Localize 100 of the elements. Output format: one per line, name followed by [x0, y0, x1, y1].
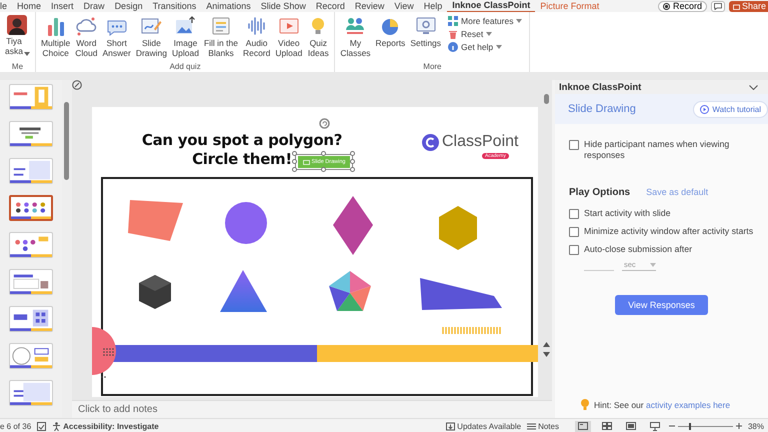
section-heading: Play Options: [569, 187, 630, 198]
scrollbar-thumb[interactable]: [544, 94, 550, 104]
caret-icon: [486, 32, 492, 36]
checkbox[interactable]: [569, 245, 579, 255]
ribbon-button[interactable]: Short Answer: [100, 14, 133, 62]
caret-icon: [496, 45, 502, 49]
checkbox-label: Start activity with slide: [584, 208, 671, 219]
grid-icon: [448, 16, 458, 26]
logo-text: ClassPoint: [442, 133, 518, 151]
menu-tab[interactable]: Slide Show: [256, 0, 311, 12]
ribbon-button[interactable]: Slide Drawing: [134, 14, 170, 62]
examples-link[interactable]: activity examples here: [646, 400, 730, 410]
notes-icon: [527, 422, 536, 430]
menu-tab[interactable]: Animations: [201, 0, 256, 12]
reading-view-icon: [626, 422, 636, 430]
slide-thumbnail[interactable]: [9, 232, 53, 258]
slide-thumbnail[interactable]: [9, 195, 53, 221]
hexagon-shape: [439, 206, 477, 250]
menu-tab[interactable]: Insert: [46, 0, 79, 12]
checkbox-label: Auto-close submission after: [584, 244, 692, 255]
image-icon: [174, 15, 196, 37]
resize-handle[interactable]: [321, 167, 326, 172]
watch-tutorial-button[interactable]: Watch tutorial: [693, 100, 768, 118]
scrollbar-thumb[interactable]: [64, 102, 69, 180]
menu-button[interactable]: More features: [448, 16, 522, 26]
ribbon-button[interactable]: Audio Record: [240, 14, 272, 62]
ribbon-button[interactable]: Reports: [374, 14, 408, 62]
view-responses-button[interactable]: View Responses: [615, 295, 708, 315]
slide-thumbnail[interactable]: [9, 380, 53, 406]
checkbox[interactable]: [569, 140, 579, 150]
slide-title: Circle them!: [192, 150, 292, 169]
triangle-shape: [220, 270, 267, 312]
slide-thumbnail[interactable]: [9, 269, 53, 295]
lightbulb-icon: [581, 399, 589, 410]
menu-button[interactable]: Reset: [448, 29, 522, 39]
menu-tab[interactable]: View: [389, 0, 419, 12]
slide-thumbnail[interactable]: [9, 158, 53, 184]
comment-icon: [714, 2, 722, 10]
drawing-icon: [302, 160, 310, 164]
notes-check-icon: [37, 422, 46, 430]
menu-tab[interactable]: Picture Format: [535, 0, 604, 12]
menu-tab[interactable]: Design: [110, 0, 148, 12]
stripe-pattern: [442, 327, 501, 334]
menu-tab[interactable]: Review: [350, 0, 390, 12]
user-name: Tiya aska: [5, 37, 23, 56]
menu-tab[interactable]: Transitions: [148, 0, 202, 12]
resize-handle[interactable]: [321, 151, 326, 156]
updates-button[interactable]: Updates Available: [446, 422, 522, 430]
comment-button[interactable]: [710, 0, 725, 12]
ribbon-button[interactable]: Fill in the Blanks: [202, 14, 240, 62]
slide-thumbnail[interactable]: [9, 121, 53, 147]
people-icon: [344, 15, 366, 37]
slide-thumbnail[interactable]: [9, 84, 53, 110]
arrow-down-icon: [543, 352, 550, 357]
record-icon: [662, 2, 670, 10]
ribbon-button[interactable]: Image Upload: [170, 14, 201, 62]
caret-icon: [516, 19, 522, 23]
menu-button[interactable]: Get help: [448, 42, 522, 52]
rotate-handle-icon: [319, 118, 330, 129]
group-label: Add quiz: [168, 62, 202, 72]
ribbon-button[interactable]: Settings: [408, 14, 444, 62]
ribbon-button[interactable]: Video Upload: [273, 14, 304, 62]
menu-tab[interactable]: le: [0, 0, 12, 12]
form-icon: [210, 15, 232, 37]
checkbox-label: Minimize activity window after activity starts: [584, 226, 754, 237]
slide-counter: e 6 of 36: [0, 422, 32, 430]
grid-view-icon: [602, 422, 612, 430]
trash-icon: [448, 29, 458, 39]
pane-title: Inknoe ClassPoint: [559, 82, 642, 92]
slideshow-icon: [650, 422, 660, 430]
slide-thumbnail[interactable]: [9, 306, 53, 332]
notes-field[interactable]: Click to add notes: [72, 400, 552, 418]
accessibility-button[interactable]: Accessibility: Investigate: [52, 422, 159, 430]
cloud-icon: [75, 15, 98, 37]
chevron-down-icon: [749, 84, 758, 90]
ribbon-button[interactable]: Multiple Choice: [38, 14, 72, 62]
record-button[interactable]: Record: [658, 0, 707, 12]
checkbox[interactable]: [569, 227, 579, 237]
ribbon-button[interactable]: Quiz Ideas: [305, 14, 332, 62]
caret-icon: [650, 262, 656, 266]
ribbon-button[interactable]: Word Cloud: [73, 14, 100, 62]
share-icon: [732, 2, 740, 10]
menu-tab[interactable]: Help: [418, 0, 448, 12]
updates-icon: [446, 422, 456, 430]
account-button[interactable]: Tiya aska: [3, 14, 32, 62]
view-button[interactable]: [574, 420, 591, 432]
checkbox[interactable]: [569, 209, 579, 219]
ribbon-button[interactable]: My Classes: [338, 14, 373, 62]
help-icon: [448, 42, 458, 52]
menu-tab[interactable]: Record: [310, 0, 350, 12]
notes-button[interactable]: Notes: [527, 422, 559, 430]
group-label: More: [422, 62, 443, 72]
slide-thumbnail[interactable]: [9, 343, 53, 369]
trapezoid-shape: [128, 200, 183, 241]
menu-tab[interactable]: Draw: [78, 0, 110, 12]
plus-icon: [736, 423, 742, 429]
zoom-level[interactable]: 38%: [748, 422, 764, 430]
menu-tab[interactable]: Home: [12, 0, 46, 12]
slide-title: Can you spot a polygon?: [142, 131, 342, 150]
share-button[interactable]: Share: [728, 0, 768, 12]
